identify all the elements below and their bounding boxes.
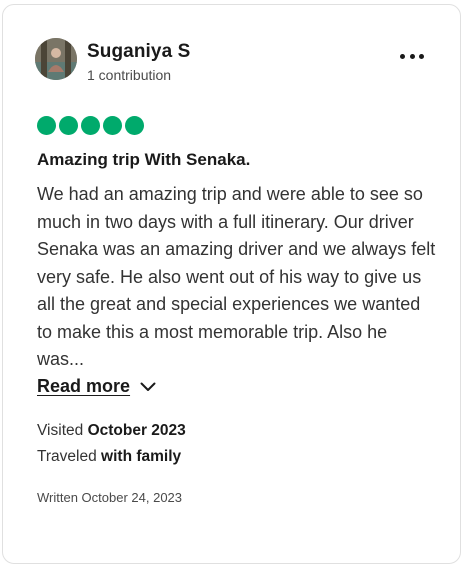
- traveled-label: Traveled: [37, 448, 97, 465]
- review-text: We had an amazing trip and were able to …: [37, 184, 436, 369]
- read-more-label: Read more: [37, 376, 131, 396]
- rating-bubble: [81, 116, 100, 135]
- read-more-button[interactable]: Read more: [37, 376, 156, 397]
- rating-bubbles: [37, 116, 144, 135]
- traveled-value: with family: [101, 448, 182, 465]
- more-options-button[interactable]: [400, 50, 424, 62]
- review-title: Amazing trip With Senaka.: [37, 150, 251, 169]
- travel-type: Traveled with family: [37, 448, 181, 466]
- reviewer-name[interactable]: Suganiya S: [87, 41, 190, 63]
- rating-bubble: [103, 116, 122, 135]
- visited-date: Visited October 2023: [37, 422, 186, 440]
- visited-value: October 2023: [87, 422, 186, 439]
- chevron-down-icon: [140, 382, 156, 391]
- rating-bubble: [59, 116, 78, 135]
- written-date: Written October 24, 2023: [37, 490, 183, 505]
- review-card: Suganiya S 1 contribution Amazing trip W…: [2, 4, 461, 564]
- rating-bubble: [125, 116, 144, 135]
- more-options-icon: [400, 53, 405, 59]
- visited-label: Visited: [37, 422, 84, 439]
- avatar[interactable]: [35, 38, 77, 80]
- contribution-count: 1 contribution: [87, 67, 172, 83]
- rating-bubble: [37, 116, 56, 135]
